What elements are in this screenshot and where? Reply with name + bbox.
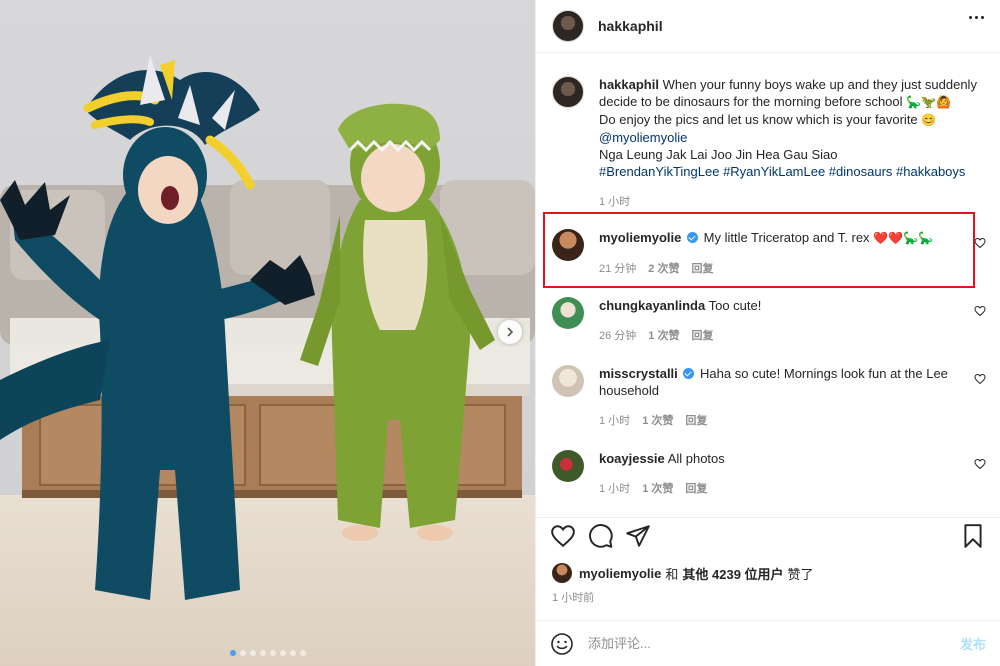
comment-username[interactable]: myoliemyolie <box>599 230 681 245</box>
carousel-dot-active <box>229 650 236 656</box>
heart-icon[interactable] <box>974 305 986 317</box>
share-icon[interactable] <box>625 523 651 549</box>
comment-item: koayjessie All photos 1 小时 1 次赞 回复 <box>552 450 986 498</box>
comment-time: 1 小时 <box>599 483 631 495</box>
avatar[interactable] <box>552 365 584 397</box>
comment-likes[interactable]: 2 次赞 <box>648 261 679 278</box>
verified-icon <box>683 368 695 379</box>
comment-item: misscrystalli Haha so cute! Mornings loo… <box>552 365 986 430</box>
comment-username[interactable]: misscrystalli <box>599 366 678 381</box>
carousel-dot <box>269 650 276 656</box>
post-photo <box>0 0 535 666</box>
likes-connector: 和 <box>665 566 679 582</box>
caption-time: 1 小时 <box>599 196 631 208</box>
carousel-dot <box>259 650 266 656</box>
heart-icon[interactable] <box>974 458 986 470</box>
likes-suffix: 赞了 <box>787 566 814 582</box>
header-username[interactable]: hakkaphil <box>598 18 663 34</box>
more-icon[interactable] <box>969 16 984 19</box>
photo-image <box>0 0 535 666</box>
avatar[interactable] <box>552 76 584 108</box>
post-details-panel: hakkaphil hakkaphil When your funny boys… <box>535 0 1000 666</box>
avatar[interactable] <box>552 229 584 261</box>
caption-line2: Do enjoy the pics and let us know which … <box>599 112 918 127</box>
caption: hakkaphil When your funny boys wake up a… <box>552 76 986 211</box>
chevron-right-icon <box>507 327 514 337</box>
comment-text: Too cute! <box>708 298 762 313</box>
reply-button[interactable]: 回复 <box>685 481 707 498</box>
caption-mention[interactable]: @myoliemyolie <box>599 130 687 145</box>
comment-item: chungkayanlinda Too cute! 26 分钟 1 次赞 回复 <box>552 297 986 345</box>
carousel-dot <box>249 650 256 656</box>
comments-list: hakkaphil When your funny boys wake up a… <box>536 54 1000 517</box>
bookmark-icon[interactable] <box>960 523 986 549</box>
comment-username[interactable]: koayjessie <box>599 451 665 466</box>
comment-item: myoliemyolie My little Triceratop and T.… <box>552 229 986 278</box>
comment-username[interactable]: chungkayanlinda <box>599 298 705 313</box>
likes-summary: myoliemyolie 和 其他 4239 位用户 赞了 <box>552 563 814 583</box>
reply-button[interactable]: 回复 <box>691 328 713 345</box>
likes-username[interactable]: myoliemyolie <box>579 566 661 581</box>
reply-button[interactable]: 回复 <box>685 413 707 430</box>
comment-input[interactable] <box>588 636 960 651</box>
caption-username[interactable]: hakkaphil <box>599 77 659 92</box>
caption-line3: Nga Leung Jak Lai Joo Jin Hea Gau Siao <box>599 147 838 162</box>
comment-time: 26 分钟 <box>599 330 637 342</box>
avatar[interactable] <box>552 10 584 42</box>
avatar[interactable] <box>552 563 572 583</box>
heart-icon[interactable] <box>974 237 986 249</box>
comment-likes[interactable]: 1 次赞 <box>642 481 673 498</box>
post-header: hakkaphil <box>536 0 1000 53</box>
comment-likes[interactable]: 1 次赞 <box>648 328 679 345</box>
caption-hashtags[interactable]: #BrendanYikTingLee #RyanYikLamLee #dinos… <box>599 164 965 179</box>
heart-icon[interactable] <box>974 373 986 385</box>
caption-text: hakkaphil When your funny boys wake up a… <box>599 76 986 211</box>
comment-icon[interactable] <box>588 523 614 549</box>
carousel-dot <box>289 650 296 656</box>
comment-time: 1 小时 <box>599 415 631 427</box>
verified-icon <box>687 232 698 243</box>
comment-hearts: ❤️❤️ <box>873 231 904 245</box>
caption-smile: 😊 <box>921 113 937 127</box>
action-bar <box>536 517 1000 557</box>
caption-emojis: 🦕🦖🙆 <box>906 95 951 109</box>
avatar[interactable] <box>552 450 584 482</box>
carousel-next-button[interactable] <box>498 320 522 344</box>
avatar[interactable] <box>552 297 584 329</box>
comment-likes[interactable]: 1 次赞 <box>642 413 673 430</box>
comment-text: My little Triceratop and T. rex <box>703 230 870 245</box>
carousel-dot <box>279 650 286 656</box>
reply-button[interactable]: 回复 <box>691 261 713 278</box>
emoji-icon[interactable] <box>550 632 574 656</box>
add-comment-bar: 发布 <box>536 620 1000 666</box>
post-time: 1 小时前 <box>552 592 595 604</box>
heart-icon[interactable] <box>550 523 576 549</box>
carousel-dot <box>239 650 246 656</box>
comment-time: 21 分钟 <box>599 263 637 275</box>
carousel-dot <box>299 650 306 656</box>
comment-text: All photos <box>667 451 725 466</box>
comment-dinos: 🦕🦕 <box>903 231 933 245</box>
post-comment-button[interactable]: 发布 <box>960 634 986 653</box>
likes-others[interactable]: 其他 4239 位用户 <box>682 564 783 583</box>
carousel-dots <box>0 650 535 656</box>
